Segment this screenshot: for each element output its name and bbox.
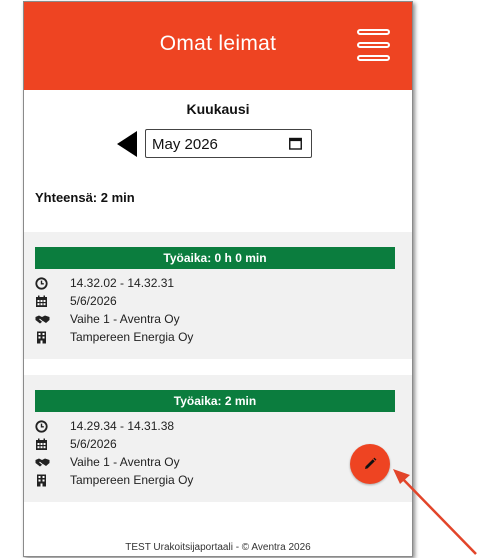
handshake-icon — [35, 315, 50, 324]
time-range: 14.32.02 - 14.32.31 — [70, 276, 175, 290]
app-header: Omat leimat — [24, 2, 412, 90]
time-range: 14.29.34 - 14.31.38 — [70, 419, 175, 433]
app-screen: Omat leimat Kuukausi May 2026 Yhteensä: … — [23, 1, 413, 557]
worktime-bar: Työaika: 0 h 0 min — [35, 247, 395, 269]
entry-company: Tampereen Energia Oy — [70, 473, 194, 487]
footer-text: TEST Urakoitsijaportaali - © Aventra 202… — [125, 542, 311, 553]
month-input[interactable]: May 2026 — [145, 129, 312, 158]
list-item: Työaika: 2 min 14.29.34 - 14.31.38 5/6/2… — [24, 375, 412, 502]
edit-button[interactable] — [350, 444, 390, 484]
building-icon — [37, 474, 46, 487]
total-duration: Yhteensä: 2 min — [35, 190, 135, 205]
pencil-icon — [365, 457, 377, 469]
calendar-icon[interactable] — [289, 137, 302, 150]
clock-icon — [35, 277, 48, 290]
month-label: Kuukausi — [186, 101, 250, 117]
month-value: May 2026 — [152, 136, 218, 153]
worktime-bar: Työaika: 2 min — [35, 390, 395, 412]
previous-month-icon[interactable] — [117, 131, 137, 157]
entry-company: Tampereen Energia Oy — [70, 330, 194, 344]
entry-phase: Vaihe 1 - Aventra Oy — [70, 312, 180, 326]
hamburger-menu-icon[interactable] — [357, 29, 390, 63]
calendar-icon — [36, 438, 47, 450]
list-item: Työaika: 0 h 0 min 14.32.02 - 14.32.31 5… — [24, 232, 412, 359]
entry-date: 5/6/2026 — [70, 437, 117, 451]
annotation-arrow-icon — [393, 469, 477, 555]
handshake-icon — [35, 458, 50, 467]
entry-phase: Vaihe 1 - Aventra Oy — [70, 455, 180, 469]
entry-date: 5/6/2026 — [70, 294, 117, 308]
calendar-icon — [36, 295, 47, 307]
building-icon — [37, 331, 46, 344]
clock-icon — [35, 420, 48, 433]
page-title: Omat leimat — [159, 32, 277, 55]
